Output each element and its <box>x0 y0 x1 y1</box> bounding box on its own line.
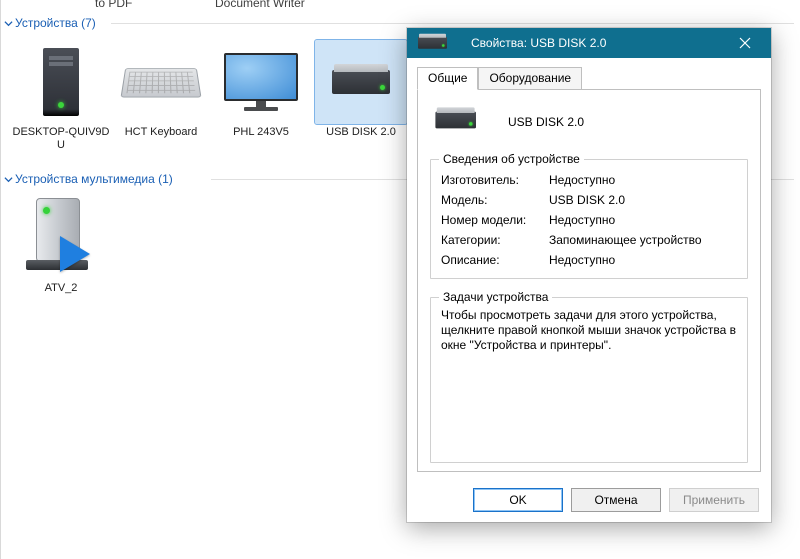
dialog-footer: OK Отмена Применить <box>407 480 771 522</box>
top-frag-right: Document Writer <box>215 0 305 10</box>
device-item-keyboard[interactable]: HCT Keyboard <box>111 40 211 152</box>
dialog-titlebar[interactable]: Свойства: USB DISK 2.0 <box>407 28 771 58</box>
group-title: Задачи устройства <box>439 290 552 304</box>
section-header-devices[interactable]: Устройства (7) <box>3 16 96 30</box>
tab-general[interactable]: Общие <box>417 67 478 90</box>
label: Изготовитель: <box>441 173 549 187</box>
device-item-monitor[interactable]: PHL 243V5 <box>211 40 311 152</box>
apply-button[interactable]: Применить <box>669 488 759 512</box>
properties-dialog: Свойства: USB DISK 2.0 Общие Оборудовани… <box>407 28 771 522</box>
device-name: USB DISK 2.0 <box>508 115 584 129</box>
label: Модель: <box>441 193 549 207</box>
label: Категории: <box>441 233 549 247</box>
tab-strip: Общие Оборудование <box>417 66 761 89</box>
label: Номер модели: <box>441 213 549 227</box>
tower-pc-icon <box>15 40 107 124</box>
external-drive-icon <box>434 102 496 141</box>
close-icon <box>739 37 751 49</box>
group-title: Сведения об устройстве <box>439 152 584 166</box>
device-header: USB DISK 2.0 <box>434 102 748 141</box>
dialog-title: Свойства: USB DISK 2.0 <box>471 36 725 50</box>
top-row-fragment: to PDF Document Writer <box>15 0 800 12</box>
chevron-down-icon <box>3 18 13 28</box>
device-item-label: USB DISK 2.0 <box>311 126 411 139</box>
section-header-multimedia[interactable]: Устройства мультимедиа (1) <box>3 172 173 186</box>
device-item-label: HCT Keyboard <box>111 126 211 139</box>
media-device-icon <box>15 196 107 280</box>
device-item-atv2[interactable]: ATV_2 <box>11 196 111 295</box>
keyboard-icon <box>115 40 207 124</box>
device-item-label: ATV_2 <box>11 282 111 295</box>
group-device-info: Сведения об устройстве Изготовитель: Нед… <box>430 159 748 279</box>
tasks-text: Чтобы просмотреть задачи для этого устро… <box>441 308 737 353</box>
label: Описание: <box>441 253 549 267</box>
value: Запоминающее устройство <box>549 233 702 247</box>
top-frag-left: to PDF <box>95 0 132 10</box>
value: Недоступно <box>549 253 615 267</box>
multimedia-row: ATV_2 <box>11 196 111 295</box>
cancel-button[interactable]: Отмена <box>571 488 661 512</box>
value: Недоступно <box>549 213 615 227</box>
row-categories: Категории: Запоминающее устройство <box>441 230 737 250</box>
divider <box>111 23 794 24</box>
chevron-down-icon <box>3 174 13 184</box>
monitor-icon <box>215 40 307 124</box>
row-manufacturer: Изготовитель: Недоступно <box>441 170 737 190</box>
device-item-label: DESKTOP-QUIV9DU <box>11 126 111 152</box>
value: Недоступно <box>549 173 615 187</box>
ok-button[interactable]: OK <box>473 488 563 512</box>
device-item-desktop[interactable]: DESKTOP-QUIV9DU <box>11 40 111 152</box>
tab-panel-general: USB DISK 2.0 Сведения об устройстве Изго… <box>417 89 761 472</box>
device-item-usbdisk[interactable]: USB DISK 2.0 <box>311 40 411 152</box>
value: USB DISK 2.0 <box>549 193 625 207</box>
section-header-multimedia-label: Устройства мультимедиа (1) <box>15 172 173 186</box>
close-button[interactable] <box>725 28 765 58</box>
dialog-body: Общие Оборудование USB DISK 2.0 Сведения… <box>407 58 771 480</box>
row-model: Модель: USB DISK 2.0 <box>441 190 737 210</box>
section-header-devices-label: Устройства (7) <box>15 16 96 30</box>
group-device-tasks: Задачи устройства Чтобы просмотреть зада… <box>430 297 748 463</box>
row-description: Описание: Недоступно <box>441 250 737 270</box>
devices-row: DESKTOP-QUIV9DU HCT Keyboard PHL 243V5 U… <box>11 40 411 152</box>
tab-hardware[interactable]: Оборудование <box>478 67 582 90</box>
device-item-label: PHL 243V5 <box>211 126 311 139</box>
external-drive-icon <box>417 33 448 53</box>
row-model-number: Номер модели: Недоступно <box>441 210 737 230</box>
external-drive-icon <box>315 40 407 124</box>
